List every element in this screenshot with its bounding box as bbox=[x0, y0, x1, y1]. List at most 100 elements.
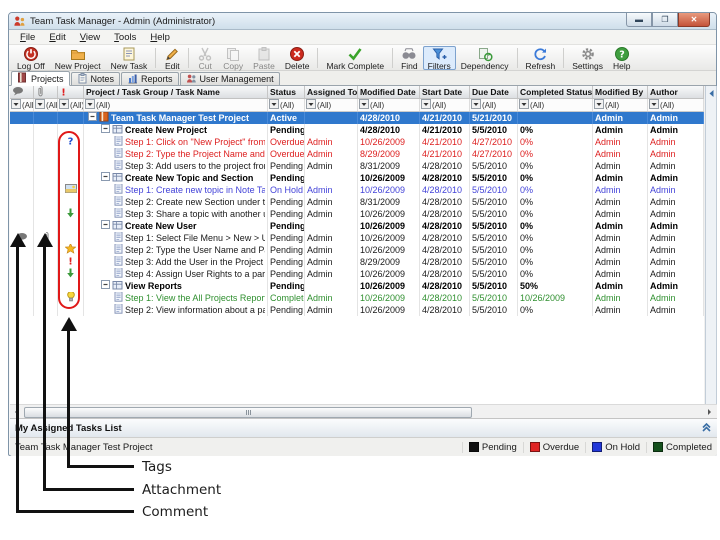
scroll-right-icon[interactable] bbox=[703, 406, 716, 418]
log-off-button[interactable]: Log Off bbox=[12, 46, 50, 70]
filter-start[interactable]: (All) bbox=[420, 99, 470, 111]
title-bar[interactable]: Team Task Manager - Admin (Administrator… bbox=[9, 13, 716, 30]
tab-projects[interactable]: Projects bbox=[11, 71, 70, 86]
restore-button[interactable]: ❐ bbox=[652, 13, 678, 27]
filter-comment[interactable]: (All) bbox=[10, 99, 34, 111]
col-header-assigned[interactable]: Assigned To bbox=[305, 86, 358, 98]
table-row[interactable]: Step 2: Type the Project Name and Descri… bbox=[10, 148, 704, 160]
expander-minus-icon[interactable] bbox=[101, 172, 110, 184]
table-row[interactable]: Step 1: Create new topic in Note Tab.On … bbox=[10, 184, 704, 196]
table-row[interactable]: Step 2: View information about a particu… bbox=[10, 304, 704, 316]
expander-minus-icon[interactable] bbox=[101, 124, 110, 136]
settings-button[interactable]: Settings bbox=[567, 46, 608, 70]
filter-attachment[interactable]: (All) bbox=[34, 99, 58, 111]
refresh-button[interactable]: Refresh bbox=[521, 46, 561, 70]
minimize-button[interactable]: ▬ bbox=[626, 13, 652, 27]
table-row[interactable]: Step 2: Type the User Name and PasswordP… bbox=[10, 244, 704, 256]
filter-assigned[interactable]: (All) bbox=[305, 99, 358, 111]
tab-user-management[interactable]: User Management bbox=[180, 72, 280, 85]
expander-minus-icon[interactable] bbox=[101, 280, 110, 292]
task-name: Step 1: Select File Menu > New > User bbox=[125, 232, 265, 244]
delete-button[interactable]: Delete bbox=[280, 46, 315, 70]
assigned-tasks-panel-header[interactable]: My Assigned Tasks List bbox=[10, 418, 717, 437]
tab-notes[interactable]: Notes bbox=[71, 72, 121, 85]
copy-label: Copy bbox=[223, 62, 243, 71]
filter-priority[interactable]: (All) bbox=[58, 99, 84, 111]
dependency-button[interactable]: Dependency bbox=[456, 46, 514, 70]
table-row[interactable]: Step 4: Assign User Rights to a particul… bbox=[10, 268, 704, 280]
menu-help[interactable]: Help bbox=[143, 31, 177, 44]
author-cell: Admin bbox=[648, 256, 704, 268]
cut-button[interactable]: Cut bbox=[192, 46, 218, 70]
col-header-author[interactable]: Author bbox=[648, 86, 704, 98]
filter-name[interactable]: (All) bbox=[84, 99, 268, 111]
filter-status[interactable]: (All) bbox=[268, 99, 305, 111]
table-row[interactable]: ?Step 1: Click on "New Project" from the… bbox=[10, 136, 704, 148]
filter-completed[interactable]: (All) bbox=[518, 99, 593, 111]
find-button[interactable]: Find bbox=[396, 46, 423, 70]
col-header-priority[interactable]: ! bbox=[58, 86, 84, 98]
col-header-start[interactable]: Start Date bbox=[420, 86, 470, 98]
modified_by-value: Admin bbox=[595, 208, 621, 220]
menu-file[interactable]: File bbox=[13, 31, 42, 44]
complete-icon bbox=[347, 46, 363, 62]
mark-complete-button[interactable]: Mark Complete bbox=[321, 46, 389, 70]
status-value: Pending bbox=[270, 220, 305, 232]
expander-minus-icon[interactable] bbox=[88, 112, 97, 124]
tab-reports[interactable]: Reports bbox=[121, 72, 179, 85]
table-row[interactable]: Step 3: Share a topic with another user.… bbox=[10, 208, 704, 220]
filters-button[interactable]: Filters bbox=[423, 46, 456, 70]
edit-button[interactable]: Edit bbox=[159, 46, 185, 70]
start-cell: 4/28/2010 bbox=[420, 220, 470, 232]
col-header-label: Due Date bbox=[472, 87, 509, 97]
filter-modified_by[interactable]: (All) bbox=[593, 99, 648, 111]
table-row[interactable]: Create New ProjectPending4/28/20104/21/2… bbox=[10, 124, 704, 136]
col-header-due[interactable]: Due Date bbox=[470, 86, 518, 98]
table-row[interactable]: !Step 3: Add the User in the Project by … bbox=[10, 256, 704, 268]
table-row[interactable]: View ReportsPending10/26/20094/28/20105/… bbox=[10, 280, 704, 292]
horizontal-scrollbar[interactable] bbox=[10, 404, 717, 418]
table-row[interactable]: Team Task Manager Test ProjectActive4/28… bbox=[10, 112, 704, 124]
task-name: Step 2: Type the User Name and Password bbox=[125, 244, 265, 256]
copy-button[interactable]: Copy bbox=[218, 46, 248, 70]
filter-author[interactable]: (All) bbox=[648, 99, 704, 111]
delete-icon bbox=[289, 46, 305, 62]
task-name-cell: Step 2: Type the Project Name and Descri… bbox=[84, 148, 268, 160]
table-row[interactable]: Step 3: Add users to the project from th… bbox=[10, 160, 704, 172]
collapse-up-icon[interactable] bbox=[701, 419, 712, 437]
due-cell: 4/27/2010 bbox=[470, 136, 518, 148]
table-row[interactable]: Create New UserPending10/26/20094/28/201… bbox=[10, 220, 704, 232]
modified-value: 10/26/2009 bbox=[360, 268, 405, 280]
menu-edit[interactable]: Edit bbox=[42, 31, 72, 44]
menu-tools[interactable]: Tools bbox=[107, 31, 143, 44]
table-row[interactable]: Create New Topic and SectionPending10/26… bbox=[10, 172, 704, 184]
new-project-button[interactable]: New Project bbox=[50, 46, 106, 70]
col-header-status[interactable]: Status bbox=[268, 86, 305, 98]
col-header-modified_by[interactable]: Modified By bbox=[593, 86, 648, 98]
completed-cell bbox=[518, 112, 593, 124]
col-header-completed[interactable]: Completed Status bbox=[518, 86, 593, 98]
collapse-left-icon[interactable] bbox=[707, 88, 716, 98]
right-panel-splitter[interactable] bbox=[705, 86, 717, 416]
col-header-name[interactable]: Project / Task Group / Task Name bbox=[84, 86, 268, 98]
col-header-modified[interactable]: Modified Date bbox=[358, 86, 420, 98]
expander-minus-icon[interactable] bbox=[101, 220, 110, 232]
help-button[interactable]: ?Help bbox=[608, 46, 635, 70]
completed-cell: 0% bbox=[518, 148, 593, 160]
col-header-comment[interactable] bbox=[10, 86, 34, 98]
filter-due[interactable]: (All) bbox=[470, 99, 518, 111]
status-value: Overdue bbox=[270, 148, 305, 160]
start-cell: 4/21/2010 bbox=[420, 124, 470, 136]
col-header-attachment[interactable] bbox=[34, 86, 58, 98]
filter-modified[interactable]: (All) bbox=[358, 99, 420, 111]
menu-view[interactable]: View bbox=[73, 31, 107, 44]
new-task-button[interactable]: New Task bbox=[106, 46, 153, 70]
scrollbar-thumb[interactable] bbox=[24, 407, 472, 418]
paste-button[interactable]: Paste bbox=[248, 46, 280, 70]
author-cell: Admin bbox=[648, 268, 704, 280]
table-row[interactable]: Step 1: Select File Menu > New > UserPen… bbox=[10, 232, 704, 244]
close-button[interactable]: ✕ bbox=[678, 13, 710, 27]
table-row[interactable]: Step 2: Create new Section under the sel… bbox=[10, 196, 704, 208]
step-page-icon bbox=[114, 268, 123, 280]
table-row[interactable]: Step 1: View the All Projects ReportComp… bbox=[10, 292, 704, 304]
